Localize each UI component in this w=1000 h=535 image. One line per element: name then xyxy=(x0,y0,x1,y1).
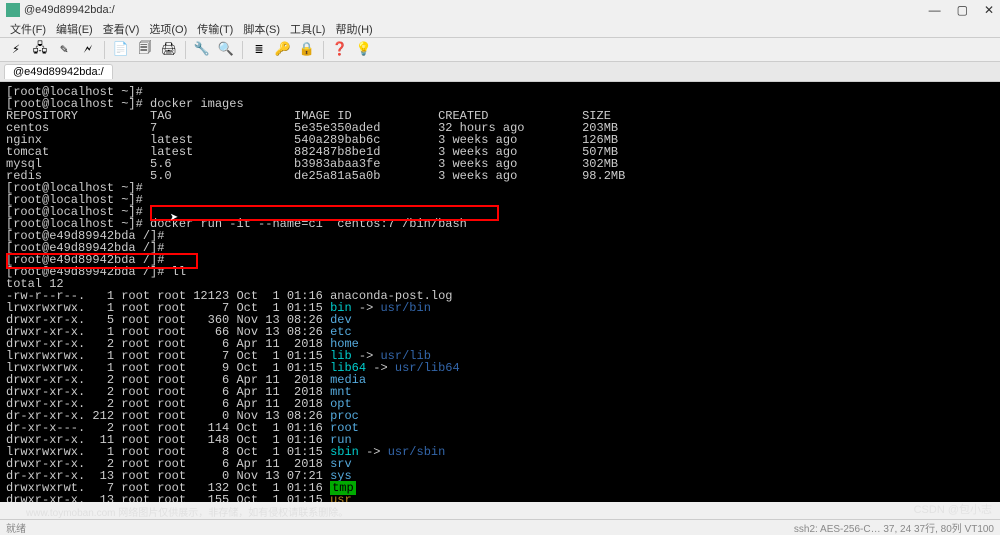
watermark-toymoban: www.toymoban.com 网络图片仅供展示，非存储，如有侵权请联系删除。 xyxy=(26,504,348,519)
close-button[interactable]: ✕ xyxy=(984,3,994,17)
toolbar-separator xyxy=(323,41,324,59)
disconnect-icon[interactable]: 🗲 xyxy=(78,40,98,60)
maximize-button[interactable]: ▢ xyxy=(957,3,968,17)
sessions-icon[interactable]: ≣ xyxy=(249,40,269,60)
toolbar-separator xyxy=(185,41,186,59)
status-bar: 就绪 ssh2: AES-256-C… 37, 24 37行, 80列 VT10… xyxy=(0,519,1000,535)
status-connection: ssh2: AES-256-C… 37, 24 37行, 80列 VT100 xyxy=(794,520,994,535)
toolbar-separator xyxy=(104,41,105,59)
help-icon[interactable]: ❓ xyxy=(330,40,350,60)
tips-icon[interactable]: 💡 xyxy=(354,40,374,60)
menu-view[interactable]: 查看(V) xyxy=(99,21,144,37)
session-copy-icon[interactable]: 🗐 xyxy=(135,40,155,60)
title-bar: @e49d89942bda:/ — ▢ ✕ xyxy=(0,0,1000,20)
properties-icon[interactable]: 🔧 xyxy=(192,40,212,60)
window-controls: — ▢ ✕ xyxy=(929,3,994,17)
find-icon[interactable]: 🔍 xyxy=(216,40,236,60)
menu-edit[interactable]: 编辑(E) xyxy=(52,21,97,37)
menu-tools[interactable]: 工具(L) xyxy=(286,21,329,37)
menu-options[interactable]: 选项(O) xyxy=(145,21,191,37)
print-icon[interactable]: 🖨 xyxy=(159,40,179,60)
tab-session[interactable]: @e49d89942bda:/ xyxy=(4,64,113,79)
tab-bar: @e49d89942bda:/ xyxy=(0,62,1000,82)
menu-help[interactable]: 帮助(H) xyxy=(331,21,376,37)
menu-file[interactable]: 文件(F) xyxy=(6,21,50,37)
menu-bar: 文件(F) 编辑(E) 查看(V) 选项(O) 传输(T) 脚本(S) 工具(L… xyxy=(0,20,1000,38)
minimize-button[interactable]: — xyxy=(929,3,941,17)
menu-script[interactable]: 脚本(S) xyxy=(239,21,284,37)
menu-transfer[interactable]: 传输(T) xyxy=(193,21,237,37)
session-new-icon[interactable]: 📄 xyxy=(111,40,131,60)
cmd-docker-run: docker run -it --name=c1 centos:7 /bin/b… xyxy=(150,217,467,231)
connect-icon[interactable]: ⚡ xyxy=(6,40,26,60)
key-icon[interactable]: 🔑 xyxy=(273,40,293,60)
file-row: drwxr-xr-x. 13 root root 155 Oct 1 01:15… xyxy=(6,493,352,502)
app-icon xyxy=(6,3,20,17)
lock-icon[interactable]: 🔒 xyxy=(297,40,317,60)
status-ready: 就绪 xyxy=(6,520,794,535)
window-title: @e49d89942bda:/ xyxy=(24,4,929,16)
watermark-csdn: CSDN @包小志 xyxy=(914,501,992,517)
terminal[interactable]: [root@localhost ~]# [root@localhost ~]# … xyxy=(0,82,1000,502)
reconnect-icon[interactable]: ✎ xyxy=(54,40,74,60)
quick-connect-icon[interactable]: 🖧 xyxy=(30,40,50,60)
toolbar: ⚡ 🖧 ✎ 🗲 📄 🗐 🖨 🔧 🔍 ≣ 🔑 🔒 ❓ 💡 xyxy=(0,38,1000,62)
toolbar-separator xyxy=(242,41,243,59)
